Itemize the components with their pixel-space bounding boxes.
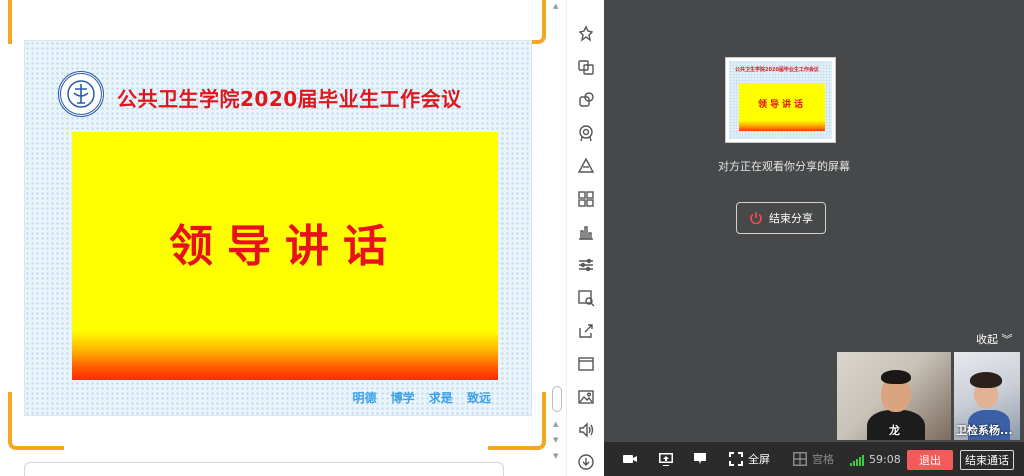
export-icon[interactable]	[576, 321, 596, 341]
slide-editor[interactable]: 公共卫生学院2020届毕业生工作会议 领导讲话 明德 博学 求是 致远	[0, 0, 552, 476]
slide-heading: 领导讲话	[169, 221, 401, 272]
grid-view-icon	[793, 452, 807, 466]
call-status: 59:08	[850, 449, 901, 469]
whiteboard-icon	[694, 453, 706, 464]
scroll-down-icon[interactable]: ▼	[553, 452, 558, 460]
fullscreen-button[interactable]: 全屏	[728, 449, 770, 469]
image-search-icon[interactable]	[576, 288, 596, 308]
preview-slide: 公共卫生学院2020届毕业生工作会议 领导讲话	[729, 61, 832, 139]
call-duration: 59:08	[869, 452, 901, 466]
participant-name: 卫检系杨...	[956, 424, 1013, 437]
collapse-button[interactable]: 收起 ︾	[976, 331, 1013, 347]
slide-motto: 明德 博学 求是 致远	[352, 391, 491, 405]
shared-screen-preview[interactable]: 公共卫生学院2020届毕业生工作会议 领导讲话	[725, 57, 836, 143]
end-share-label: 结束分享	[769, 212, 813, 225]
grid-icon[interactable]	[576, 189, 596, 209]
presentation-slide[interactable]: 公共卫生学院2020届毕业生工作会议 领导讲话 明德 博学 求是 致远	[24, 40, 532, 416]
gallery-view-button[interactable]: 宫格	[792, 449, 834, 469]
selection-corner-top-left	[8, 0, 64, 44]
picture-icon[interactable]	[576, 387, 596, 407]
volume-icon[interactable]	[576, 420, 596, 440]
participant-name: 龙	[889, 424, 900, 437]
scroll-down-small-icon[interactable]: ▼	[553, 436, 558, 444]
camera-icon	[623, 455, 637, 463]
end-share-button[interactable]: 结束分享	[736, 202, 826, 234]
screen-share-icon	[659, 453, 673, 466]
gallery-label: 宫格	[812, 453, 834, 466]
preview-heading: 领导讲话	[757, 100, 806, 110]
participant-video[interactable]: 龙	[837, 352, 951, 440]
participant-video[interactable]: 卫检系杨...	[954, 352, 1020, 440]
scroll-up-small-icon[interactable]: ▲	[553, 420, 558, 428]
power-icon	[750, 212, 762, 225]
frame-icon[interactable]	[576, 354, 596, 374]
end-call-button[interactable]: 结束通话	[960, 450, 1014, 470]
signal-strength-icon	[850, 453, 865, 466]
collapse-label: 收起	[976, 333, 998, 346]
exit-button[interactable]: 退出	[907, 450, 953, 470]
whiteboard-button[interactable]	[692, 449, 708, 469]
fullscreen-label: 全屏	[748, 453, 770, 466]
fullscreen-icon	[729, 452, 743, 466]
university-seal-icon	[58, 71, 104, 117]
scroll-up-icon[interactable]: ▲	[553, 2, 558, 10]
tool-column	[566, 0, 604, 476]
notes-bar[interactable]	[24, 462, 504, 476]
settings-sliders-icon[interactable]	[576, 255, 596, 275]
copy-icon[interactable]	[576, 57, 596, 77]
participant-hair	[881, 370, 911, 384]
download-icon[interactable]	[576, 452, 596, 472]
badge-icon[interactable]	[576, 123, 596, 143]
lasso-icon[interactable]	[576, 90, 596, 110]
chart-icon[interactable]	[576, 222, 596, 242]
meeting-control-bar: 全屏 宫格 59:08 退出 结束通话	[604, 442, 1024, 476]
editor-scrollbar[interactable]: ▲ ▲ ▼ ▼	[550, 0, 564, 476]
preview-title: 公共卫生学院2020届毕业生工作会议	[735, 67, 819, 73]
meeting-panel: 公共卫生学院2020届毕业生工作会议 领导讲话 对方正在观看你分享的屏幕 结束分…	[604, 0, 1024, 476]
participant-hair	[970, 372, 1002, 388]
selection-corner-top-right	[488, 0, 546, 44]
double-chevron-down-icon: ︾	[1001, 333, 1013, 346]
sharing-status-text: 对方正在观看你分享的屏幕	[718, 160, 850, 173]
screen-share-button[interactable]	[658, 449, 674, 469]
pin-icon[interactable]	[576, 24, 596, 44]
camera-button[interactable]	[622, 449, 638, 469]
slide-heading-box: 领导讲话	[72, 132, 498, 380]
slide-title: 公共卫生学院2020届毕业生工作会议	[117, 87, 462, 111]
shapes-icon[interactable]	[576, 156, 596, 176]
preview-heading-box: 领导讲话	[739, 83, 825, 131]
scrollbar-thumb[interactable]	[552, 386, 562, 412]
